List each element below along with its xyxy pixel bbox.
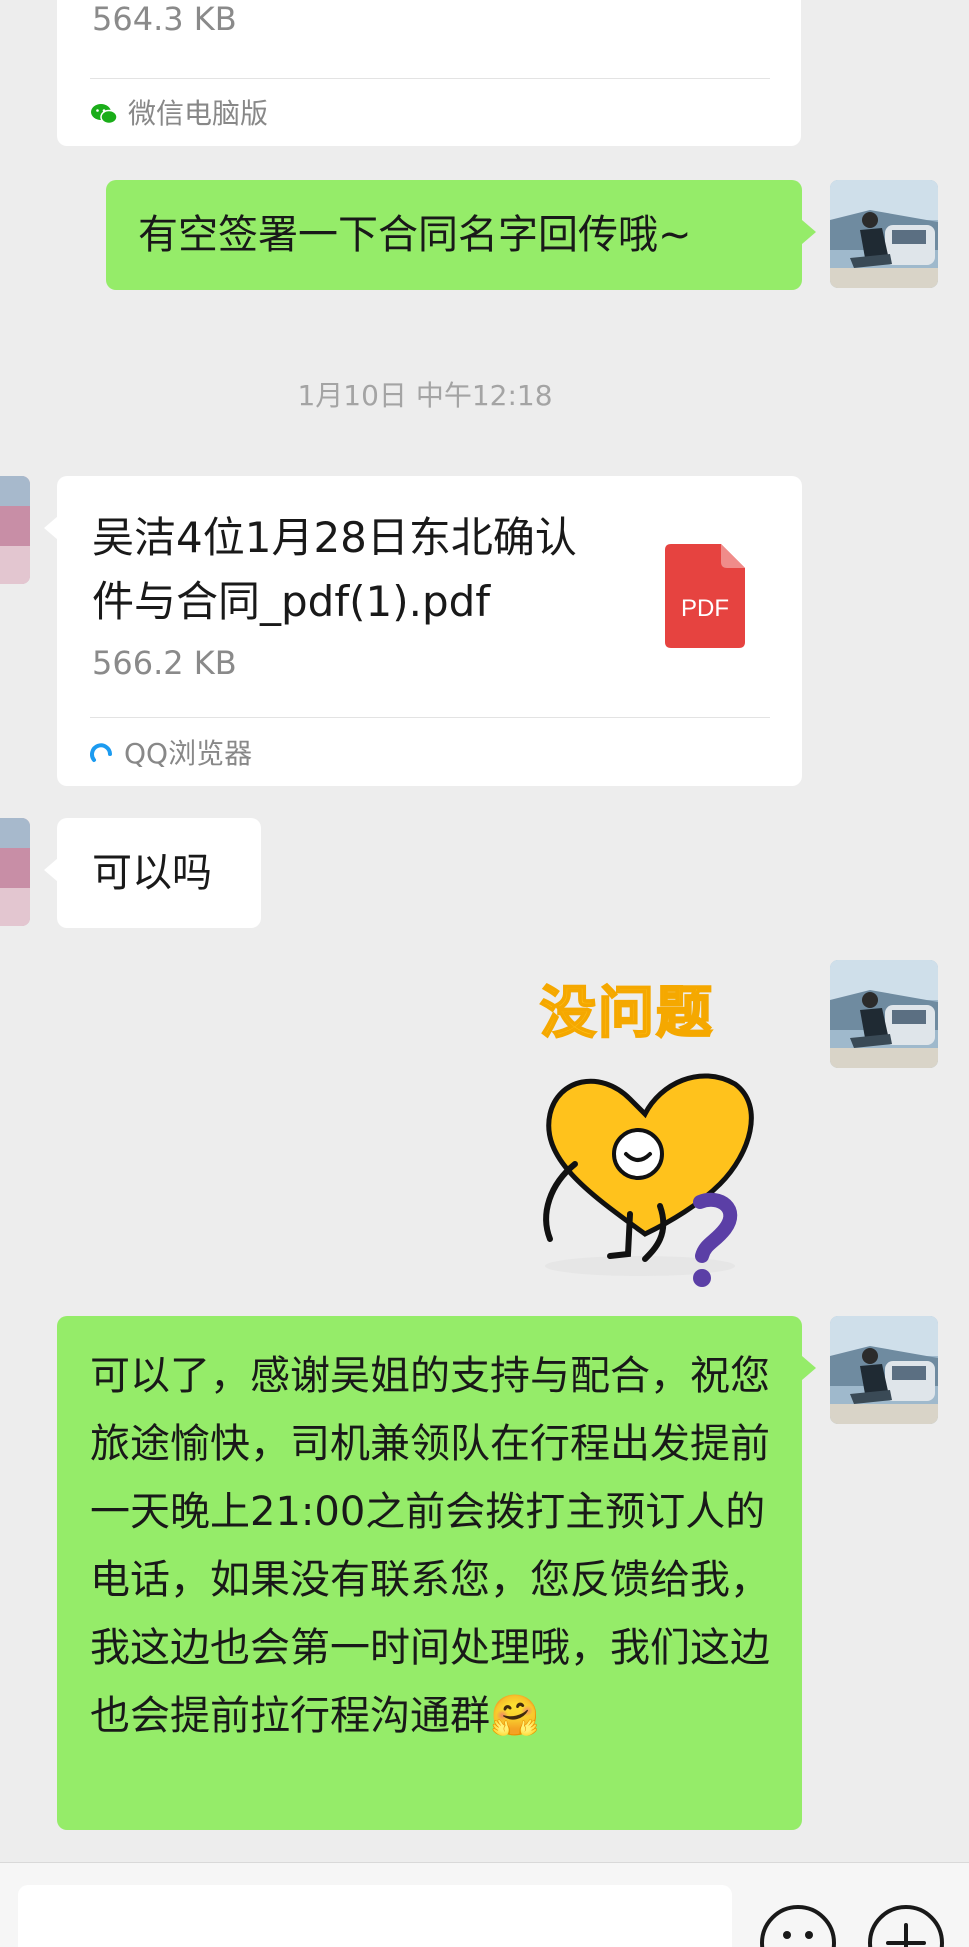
message-bubble-sent[interactable]: 可以了，感谢吴姐的支持与配合，祝您旅途愉快，司机兼领队在行程出发提前一天晚上21… (57, 1316, 802, 1830)
avatar-self[interactable] (830, 180, 938, 288)
file-card-previous[interactable]: 564.3 KB 微信电脑版 (57, 0, 801, 146)
message-timestamp: 1月10日 中午12:18 (297, 379, 553, 412)
avatar-contact[interactable] (0, 818, 30, 926)
wechat-icon (90, 100, 118, 125)
card-divider (90, 78, 770, 79)
more-plus-button[interactable] (868, 1905, 944, 1947)
emoji-button[interactable] (760, 1905, 836, 1947)
plus-icon (886, 1923, 926, 1947)
sticker-no-problem[interactable]: 没问题 (520, 968, 770, 1298)
sticker-caption: 没问题 (539, 980, 714, 1047)
pdf-file-icon: PDF (665, 544, 745, 648)
emoji-face-icon (783, 1931, 813, 1939)
card-divider (90, 717, 770, 718)
message-bubble-received[interactable]: 可以吗 (57, 818, 261, 928)
chat-area[interactable]: 564.3 KB 微信电脑版 有空签署一下合同名字回传哦~ 1月10日 中午12… (0, 0, 969, 1862)
avatar-self[interactable] (830, 960, 938, 1068)
file-size-previous: 564.3 KB (92, 0, 237, 38)
heart-mascot-illustration (543, 1073, 754, 1287)
message-text: 可以了，感谢吴姐的支持与配合，祝您旅途愉快，司机兼领队在行程出发提前一天晚上21… (90, 1353, 770, 1739)
bubble-tail (802, 220, 816, 244)
qq-browser-icon (90, 740, 114, 764)
card-source-label: QQ浏览器 (124, 737, 253, 770)
message-input[interactable] (18, 1885, 732, 1947)
message-bubble-sent[interactable]: 有空签署一下合同名字回传哦~ (106, 180, 802, 290)
file-card-pdf[interactable]: 吴洁4位1月28日东北确认件与合同_pdf(1).pdf 566.2 KB PD… (57, 476, 802, 786)
file-name: 吴洁4位1月28日东北确认件与合同_pdf(1).pdf (92, 513, 577, 626)
avatar-self[interactable] (830, 1316, 938, 1424)
message-text: 有空签署一下合同名字回传哦~ (138, 212, 692, 258)
pdf-badge-text: PDF (681, 595, 729, 622)
message-text: 可以吗 (92, 850, 212, 896)
file-size: 566.2 KB (92, 644, 237, 682)
bubble-tail (802, 1356, 816, 1380)
bubble-tail (44, 516, 58, 540)
bubble-tail (44, 858, 58, 882)
avatar-contact[interactable] (0, 476, 30, 584)
card-source-qq-browser: QQ浏览器 (90, 732, 252, 772)
card-source-wechat-pc: 微信电脑版 (90, 92, 268, 132)
card-source-label: 微信电脑版 (128, 97, 269, 130)
chat-input-bar (0, 1862, 969, 1947)
